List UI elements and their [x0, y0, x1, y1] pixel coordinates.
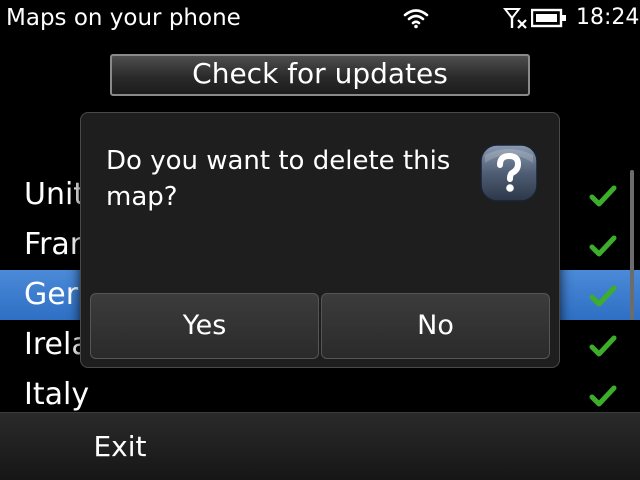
softkey-bar: Exit — [0, 412, 640, 480]
delete-confirmation-dialog: Do you want to delete this map? Yes No — [80, 112, 560, 368]
checkmark-icon — [589, 335, 617, 357]
clock: 18:24 — [576, 5, 640, 30]
battery-icon — [531, 8, 566, 28]
wifi-icon — [403, 9, 429, 29]
yes-button[interactable]: Yes — [90, 293, 319, 359]
map-name: Italy — [24, 377, 90, 412]
checkmark-icon — [589, 185, 617, 207]
status-bar: Maps on your phone 18:24 — [0, 0, 640, 38]
checkmark-icon — [589, 385, 617, 407]
question-mark-icon — [480, 144, 538, 202]
dialog-message-line: Do you want to delete this — [106, 146, 451, 176]
map-name: Unit — [24, 177, 86, 212]
dialog-message-line: map? — [106, 182, 178, 212]
list-scrollbar[interactable] — [630, 170, 634, 320]
checkmark-icon — [589, 285, 617, 307]
check-for-updates-button[interactable]: Check for updates — [110, 54, 530, 96]
no-signal-icon — [503, 8, 527, 29]
dialog-message: Do you want to delete this map? — [106, 143, 466, 215]
exit-button[interactable]: Exit — [60, 413, 180, 480]
app-title: Maps on your phone — [6, 5, 241, 31]
no-button[interactable]: No — [321, 293, 550, 359]
checkmark-icon — [589, 235, 617, 257]
